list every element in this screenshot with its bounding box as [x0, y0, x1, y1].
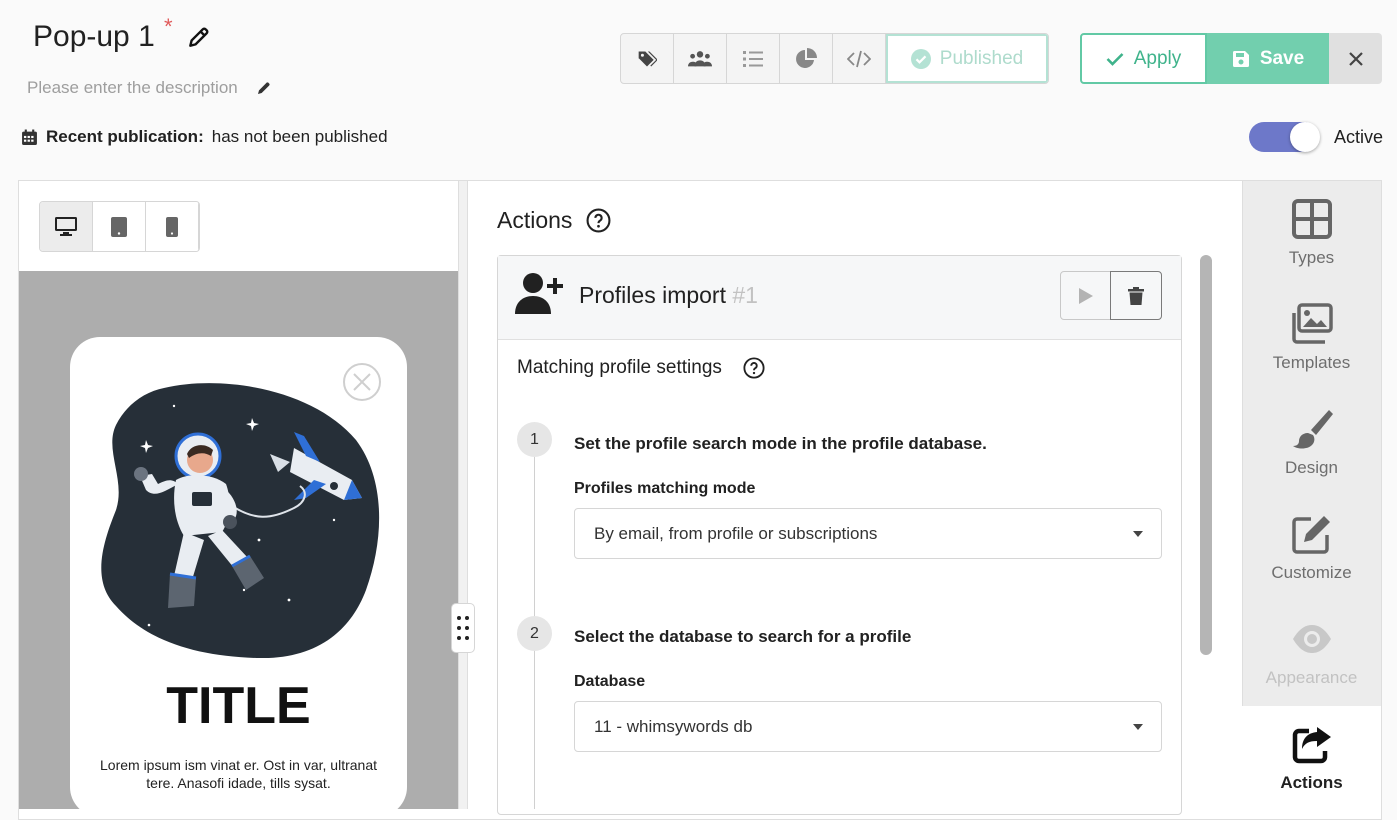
tags-button[interactable]: [621, 34, 674, 83]
sidebar-item-label: Types: [1288, 248, 1335, 267]
step-title: Select the database to search for a prof…: [574, 627, 912, 646]
matching-mode-value: By email, from profile or subscriptions: [594, 523, 878, 543]
matching-mode-label: Profiles matching mode: [574, 480, 756, 497]
pie-chart-icon: [796, 47, 817, 68]
step-connector: [534, 651, 535, 809]
panel-divider[interactable]: [458, 181, 468, 809]
sidebar-item-customize[interactable]: Customize: [1242, 496, 1381, 601]
unsaved-marker: *: [164, 14, 173, 39]
sidebar-item-appearance[interactable]: Appearance: [1242, 601, 1381, 706]
edit-icon: [1291, 516, 1330, 554]
apply-button[interactable]: Apply: [1080, 33, 1207, 84]
tablet-icon: [111, 216, 127, 237]
code-icon: [847, 50, 871, 67]
sidebar-item-label: Templates: [1272, 353, 1351, 372]
recent-publication-value: has not been published: [211, 127, 388, 146]
action-card-title: Profiles import #1: [579, 282, 758, 309]
description-input[interactable]: Please enter the description: [27, 78, 238, 98]
active-toggle-knob[interactable]: [1290, 122, 1320, 152]
users-button[interactable]: [674, 34, 727, 83]
astronaut-illustration: [101, 383, 380, 658]
drag-dots-icon: [457, 616, 469, 640]
list-button[interactable]: [727, 34, 780, 83]
sidebar-item-templates[interactable]: Templates: [1242, 286, 1381, 391]
toolbar: Published: [620, 33, 1049, 84]
database-label: Database: [574, 673, 646, 690]
scrollbar-thumb[interactable]: [1200, 255, 1212, 655]
matching-mode-select[interactable]: By email, from profile or subscriptions: [574, 508, 1162, 559]
users-icon: [688, 50, 712, 66]
check-circle-icon: [910, 48, 931, 69]
pencil-icon[interactable]: [186, 24, 212, 50]
recent-publication: Recent publication: has not been publish…: [21, 127, 388, 147]
tags-icon: [638, 51, 657, 66]
step-number: 2: [517, 616, 552, 651]
sidebar-item-label: Actions: [1280, 773, 1343, 792]
action-number: #1: [732, 282, 758, 308]
check-icon: [1106, 52, 1124, 66]
help-icon[interactable]: [743, 357, 765, 379]
desktop-icon: [55, 216, 77, 236]
statistics-button[interactable]: [780, 34, 833, 83]
list-icon: [743, 50, 763, 67]
database-select[interactable]: 11 - whimsywords db: [574, 701, 1162, 752]
brush-icon: [1292, 410, 1333, 449]
floppy-disk-icon: [1232, 50, 1249, 67]
caret-down-icon: [1133, 530, 1143, 537]
popup-title: TITLE: [166, 677, 311, 735]
sidebar-item-actions[interactable]: Actions: [1242, 706, 1381, 809]
code-button[interactable]: [833, 34, 886, 83]
database-value: 11 - whimsywords db: [594, 716, 753, 736]
user-plus-icon: [515, 273, 563, 314]
actions-heading: Actions: [497, 207, 573, 233]
resize-handle[interactable]: [451, 603, 475, 653]
action-name: Profiles import: [579, 282, 726, 308]
published-label: Published: [939, 47, 1024, 69]
mobile-view-button[interactable]: [146, 202, 199, 251]
images-icon: [1291, 303, 1333, 344]
play-icon: [1078, 287, 1093, 304]
delete-action-button[interactable]: [1110, 271, 1162, 320]
step-connector: [534, 457, 535, 616]
sidebar-item-label: Customize: [1271, 563, 1352, 582]
published-button[interactable]: Published: [886, 34, 1048, 83]
sidebar-item-label: Design: [1285, 458, 1338, 477]
close-icon: [1348, 51, 1363, 66]
sidebar-item-label: Appearance: [1265, 668, 1358, 687]
step-number: 1: [517, 422, 552, 457]
save-button[interactable]: Save: [1207, 33, 1329, 84]
calendar-icon: [22, 129, 37, 145]
tablet-view-button[interactable]: [93, 202, 146, 251]
desktop-view-button[interactable]: [40, 202, 93, 251]
recent-publication-label: Recent publication:: [46, 127, 204, 146]
trash-icon: [1128, 286, 1144, 305]
popup-body-text: Lorem ipsum ism vinat er. Ost in var, ul…: [100, 757, 377, 791]
apply-label: Apply: [1133, 47, 1182, 69]
caret-down-icon: [1133, 723, 1143, 730]
page-title: Pop-up 1: [33, 20, 155, 53]
matching-settings-heading: Matching profile settings: [517, 357, 722, 378]
share-icon: [1292, 727, 1331, 764]
help-icon[interactable]: [586, 208, 611, 233]
sidebar-item-design[interactable]: Design: [1242, 391, 1381, 496]
step-title: Set the profile search mode in the profi…: [574, 434, 987, 453]
sidebar-item-types[interactable]: Types: [1242, 181, 1381, 286]
run-action-button[interactable]: [1060, 271, 1111, 320]
eye-icon: [1292, 625, 1331, 653]
close-button[interactable]: [1329, 33, 1382, 84]
device-switcher: [39, 201, 200, 252]
grid-icon: [1291, 199, 1332, 239]
active-label: Active: [1334, 127, 1384, 147]
pencil-icon[interactable]: [256, 80, 272, 96]
save-label: Save: [1259, 47, 1305, 69]
mobile-icon: [166, 216, 178, 237]
